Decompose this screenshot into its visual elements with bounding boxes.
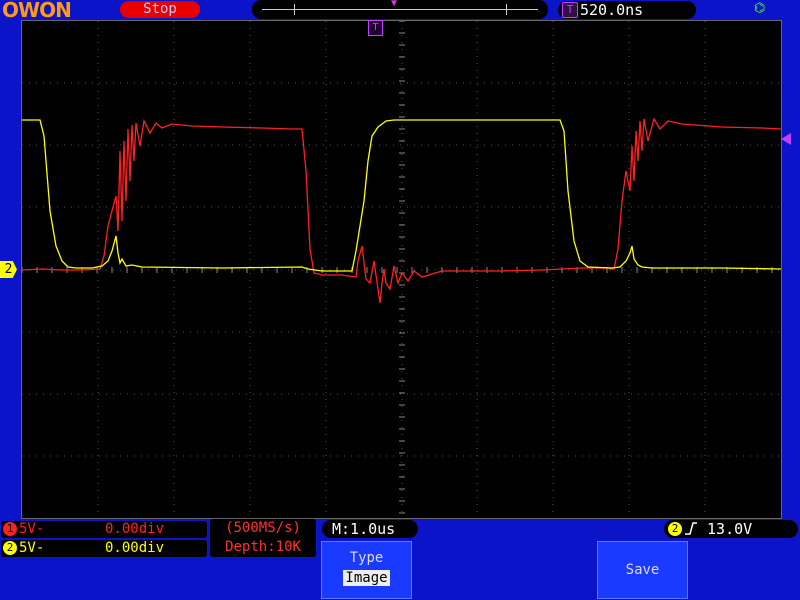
type-value: Image <box>343 570 390 586</box>
channel1-volts-div: 5V- <box>19 521 45 537</box>
brand-logo: OWON <box>2 0 72 22</box>
channel1-trace <box>22 117 781 304</box>
trigger-level-marker-icon[interactable] <box>781 133 791 145</box>
acquisition-info: (500MS/s) Depth:10K <box>210 519 316 557</box>
trigger-source-badge: 2 <box>668 522 682 536</box>
channel2-badge: 2 <box>3 541 17 555</box>
type-label: Type <box>349 550 384 566</box>
sample-rate: (500MS/s) <box>225 520 301 536</box>
main-timebase[interactable]: M:1.0us <box>322 520 418 538</box>
usb-icon: ⌬ <box>754 1 766 16</box>
channel2-trace <box>22 119 781 272</box>
save-button[interactable]: Save <box>597 541 688 599</box>
horizontal-position-bar: ▼ <box>252 0 548 19</box>
channel2-ground-marker[interactable]: 2 <box>0 261 17 278</box>
trigger-position-value: 520.0ns <box>580 1 644 19</box>
trigger-time-icon: T <box>562 2 578 18</box>
run-stop-indicator[interactable]: Stop <box>120 1 200 18</box>
record-depth: Depth:10K <box>225 539 301 555</box>
channel1-badge: 1 <box>3 522 17 536</box>
waveform-graticule <box>22 21 781 518</box>
trigger-position-marker-icon: ▼ <box>391 0 398 9</box>
trigger-level: 13.0V <box>707 520 753 538</box>
trigger-time-marker[interactable]: T <box>368 20 383 36</box>
save-label: Save <box>625 562 660 578</box>
channel2-volts-div: 5V- <box>19 540 45 556</box>
trigger-info[interactable]: 2 13.0V <box>664 520 798 538</box>
channel2-info[interactable]: 2 5V- 0.00div <box>1 540 207 557</box>
channel2-offset: 0.00div <box>105 540 165 556</box>
type-menu-button[interactable]: Type Image <box>321 541 412 599</box>
rising-edge-icon <box>685 522 697 535</box>
waveform-display[interactable] <box>21 20 782 519</box>
channel1-offset: 0.00div <box>105 521 165 537</box>
channel1-info[interactable]: 1 5V- 0.00div <box>1 521 207 538</box>
trigger-position-readout: T 520.0ns <box>558 1 696 19</box>
